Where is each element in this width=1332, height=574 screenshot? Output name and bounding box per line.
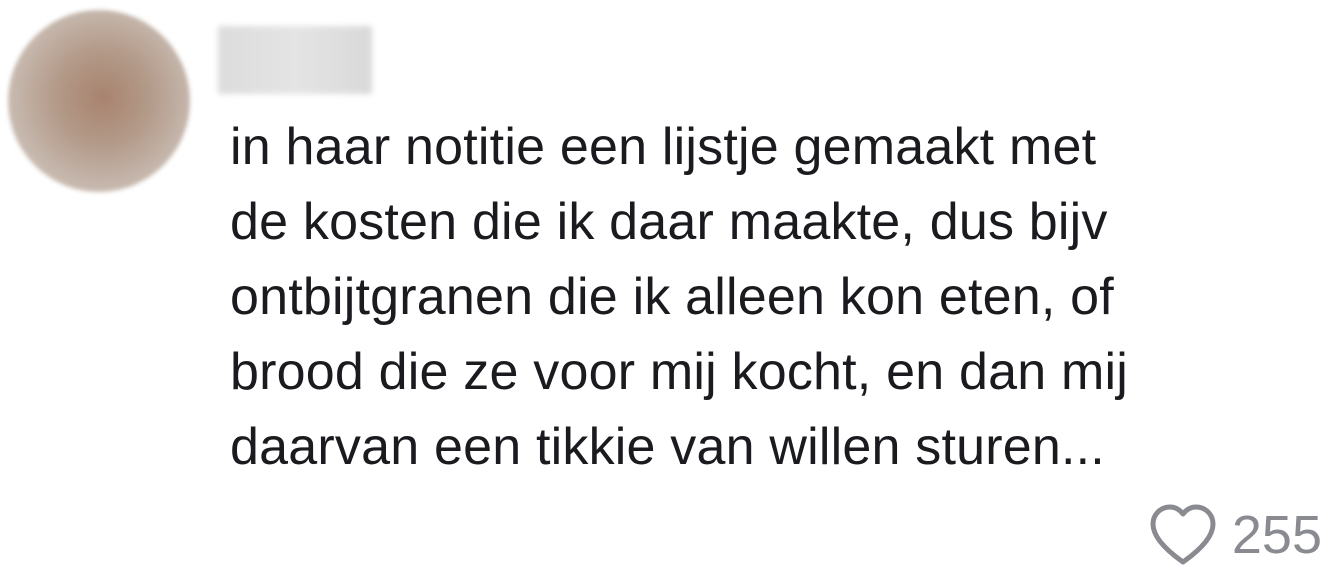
comment-text: in haar notitie een lijstje gemaakt met … (230, 110, 1310, 485)
comment-text-line: daarvan een tikkie van willen sturen... (230, 418, 1105, 476)
comment-text-line: de kosten die ik daar maakte, dus bijv (230, 193, 1108, 251)
comment-text-line: in haar notitie een lijstje gemaakt met (230, 118, 1097, 176)
comment-text-line: brood die ze voor mij kocht, en dan mij (230, 343, 1129, 401)
avatar[interactable] (8, 10, 190, 192)
comment-text-line: ontbijtgranen die ik alleen kon eten, of (230, 268, 1114, 326)
like-count: 255 (1231, 505, 1322, 565)
like-button[interactable]: 255 (1148, 502, 1322, 568)
comment: in haar notitie een lijstje gemaakt met … (0, 0, 1332, 574)
username-redacted[interactable] (218, 26, 372, 94)
heart-icon[interactable] (1148, 504, 1218, 566)
